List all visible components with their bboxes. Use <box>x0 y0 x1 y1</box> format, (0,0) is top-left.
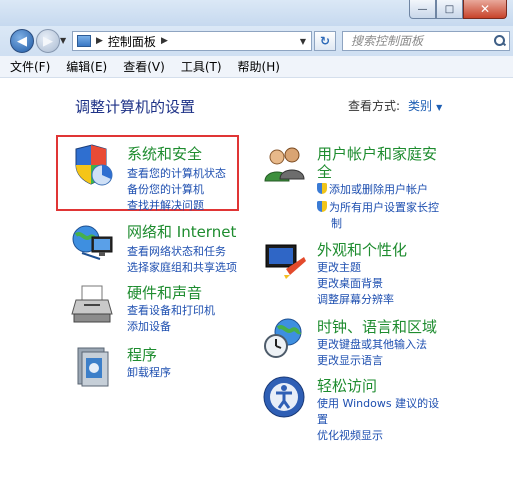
search-input[interactable] <box>343 34 483 48</box>
refresh-button[interactable]: ↻ <box>314 31 336 51</box>
link-add-device[interactable]: 添加设备 <box>127 318 171 334</box>
address-dropdown[interactable]: ▼ <box>300 37 306 46</box>
arrow-right-icon: ▶ <box>43 33 53 49</box>
printer-icon[interactable] <box>70 282 116 328</box>
shield-pie-icon[interactable] <box>70 143 116 189</box>
link-optimize-visual-display[interactable]: 优化视频显示 <box>317 427 383 443</box>
link-devices-printers[interactable]: 查看设备和打印机 <box>127 302 215 318</box>
link-windows-suggested-settings[interactable]: 使用 Windows 建议的设 <box>317 395 439 411</box>
link-screen-resolution[interactable]: 调整屏幕分辨率 <box>317 291 394 307</box>
link-keyboard-input[interactable]: 更改键盘或其他输入法 <box>317 336 427 352</box>
view-by-label: 查看方式: <box>348 99 401 113</box>
link-display-language[interactable]: 更改显示语言 <box>317 352 383 368</box>
title-bar: — □ ✕ <box>0 0 513 26</box>
menu-help[interactable]: 帮助(H) <box>238 58 280 75</box>
category-title[interactable]: 外观和个性化 <box>317 239 407 260</box>
link-parental-controls-continued[interactable]: 制 <box>331 215 342 231</box>
display-paint-icon[interactable] <box>262 239 308 285</box>
category-title[interactable]: 程序 <box>127 344 157 365</box>
menu-view[interactable]: 查看(V) <box>123 58 165 75</box>
refresh-icon: ↻ <box>319 34 331 48</box>
uac-shield-icon <box>317 183 327 194</box>
link-add-remove-accounts[interactable]: 添加或删除用户帐户 <box>317 181 428 197</box>
link-backup-computer[interactable]: 备份您的计算机 <box>127 181 204 197</box>
link-change-theme[interactable]: 更改主题 <box>317 259 361 275</box>
close-button[interactable]: ✕ <box>463 0 507 19</box>
link-view-computer-status[interactable]: 查看您的计算机状态 <box>127 165 226 181</box>
chevron-right-icon[interactable]: ▶ <box>96 36 103 46</box>
maximize-button[interactable]: □ <box>436 0 463 19</box>
view-by-dropdown[interactable]: 类别 <box>408 99 432 113</box>
category-title[interactable]: 硬件和声音 <box>127 282 202 303</box>
window-controls: — □ ✕ <box>409 0 507 19</box>
breadcrumb-control-panel[interactable]: 控制面板 <box>108 33 156 50</box>
category-title[interactable]: 轻松访问 <box>317 375 377 396</box>
minimize-button[interactable]: — <box>409 0 436 19</box>
link-text[interactable]: 为所有用户设置家长控 <box>329 201 439 214</box>
uac-shield-icon <box>317 201 327 212</box>
network-globe-icon[interactable] <box>70 221 116 267</box>
search-box <box>342 31 510 51</box>
chevron-down-icon[interactable]: ▼ <box>436 103 442 112</box>
menu-tools[interactable]: 工具(T) <box>181 58 222 75</box>
link-windows-suggested-settings-continued[interactable]: 置 <box>317 411 328 427</box>
programs-icon[interactable] <box>70 344 116 390</box>
link-homegroup-sharing[interactable]: 选择家庭组和共享选项 <box>127 259 237 275</box>
arrow-left-icon: ◀ <box>17 33 27 49</box>
recent-pages-dropdown[interactable]: ▼ <box>60 36 66 45</box>
navigation-bar: ◀ ▶ ▼ ▶ 控制面板 ▶ ▼ ↻ <box>0 26 513 56</box>
link-uninstall-program[interactable]: 卸载程序 <box>127 364 171 380</box>
link-desktop-background[interactable]: 更改桌面背景 <box>317 275 383 291</box>
category-title-continued[interactable]: 全 <box>317 161 332 182</box>
category-title[interactable]: 用户帐户和家庭安 <box>317 143 437 164</box>
menu-file[interactable]: 文件(F) <box>10 58 50 75</box>
category-title[interactable]: 时钟、语言和区域 <box>317 316 437 337</box>
users-icon[interactable] <box>262 143 308 189</box>
menu-bar: 文件(F) 编辑(E) 查看(V) 工具(T) 帮助(H) <box>0 56 513 78</box>
view-by: 查看方式: 类别 ▼ <box>348 97 442 114</box>
link-text[interactable]: 添加或删除用户帐户 <box>329 183 428 196</box>
category-title[interactable]: 网络和 Internet <box>127 221 236 242</box>
link-find-fix-problems[interactable]: 查找并解决问题 <box>127 197 204 213</box>
ease-of-access-icon[interactable] <box>262 375 308 421</box>
control-panel-icon <box>77 35 91 47</box>
link-parental-controls[interactable]: 为所有用户设置家长控 <box>317 199 439 215</box>
back-button[interactable]: ◀ <box>10 29 34 53</box>
chevron-right-icon[interactable]: ▶ <box>161 36 168 46</box>
menu-edit[interactable]: 编辑(E) <box>66 58 107 75</box>
category-title[interactable]: 系统和安全 <box>127 143 202 164</box>
address-bar[interactable]: ▶ 控制面板 ▶ ▼ <box>72 31 312 51</box>
control-panel-content: 调整计算机的设置 查看方式: 类别 ▼ 系统和安全 查看您的计算机状态 备份您的计算… <box>0 79 513 480</box>
forward-button[interactable]: ▶ <box>36 29 60 53</box>
page-title: 调整计算机的设置 <box>75 98 196 116</box>
clock-globe-icon[interactable] <box>262 316 308 362</box>
search-icon[interactable] <box>494 35 506 47</box>
link-network-status[interactable]: 查看网络状态和任务 <box>127 243 226 259</box>
